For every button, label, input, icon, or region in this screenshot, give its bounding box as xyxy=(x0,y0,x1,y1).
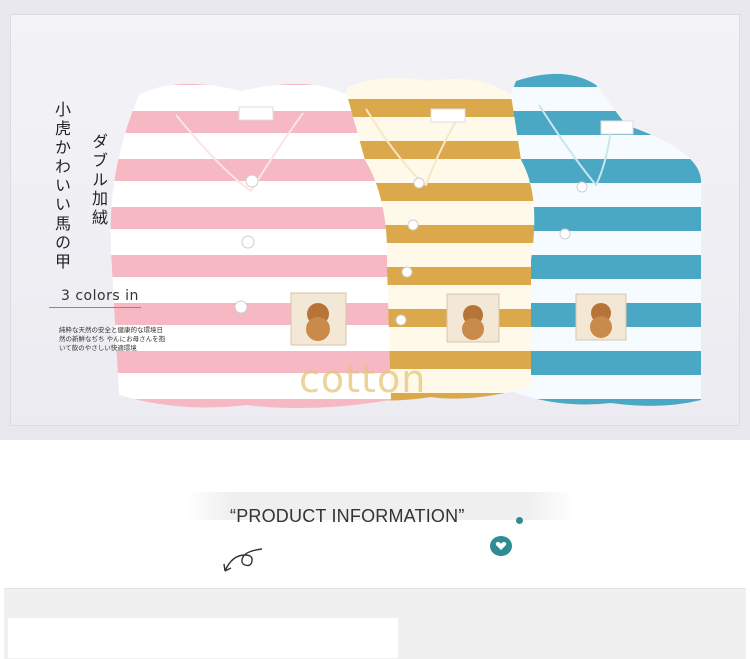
heart-icon xyxy=(490,536,512,556)
colors-label: 3 colors in xyxy=(61,288,139,304)
accent-dot-icon xyxy=(516,517,523,524)
colors-divider xyxy=(49,307,141,308)
hero-photo-frame: 小虎かわいい馬の甲 ダブル加絨 3 colors in 純粋な天然の安全と健康的… xyxy=(10,14,740,426)
hero-banner: 小虎かわいい馬の甲 ダブル加絨 3 colors in 純粋な天然の安全と健康的… xyxy=(0,0,750,440)
small-copy: 純粋な天然の安全と健康的な環境日然の新鮮なぢち やんにお母さんを抱いて飲のやさし… xyxy=(59,326,166,352)
swirl-arrow-icon xyxy=(223,548,263,572)
jp-title-1: 小虎かわいい馬の甲 xyxy=(52,101,71,272)
cotton-watermark: cotton xyxy=(299,357,427,401)
jp-title-2: ダブル加絨 xyxy=(89,133,108,228)
product-info-card xyxy=(8,618,398,658)
section-title: “PRODUCT INFORMATION” xyxy=(230,506,465,526)
